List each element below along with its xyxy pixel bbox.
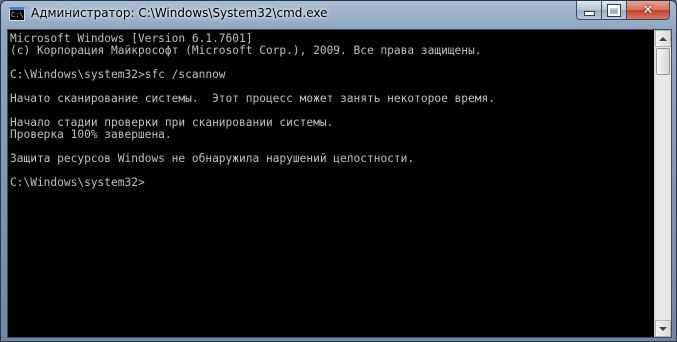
minimize-icon bbox=[583, 11, 595, 16]
vertical-scrollbar[interactable] bbox=[654, 30, 671, 337]
close-icon: ✕ bbox=[642, 2, 654, 18]
scroll-up-arrow-icon bbox=[659, 36, 667, 41]
console-area[interactable]: Microsoft Windows [Version 6.1.7601] (c)… bbox=[7, 29, 672, 338]
console-line: Защита ресурсов Windows не обнаружила на… bbox=[10, 152, 415, 165]
console-output[interactable]: Microsoft Windows [Version 6.1.7601] (c)… bbox=[10, 33, 650, 189]
scrollbar-thumb[interactable] bbox=[656, 48, 670, 75]
scroll-down-arrow-icon bbox=[659, 326, 667, 331]
title-bar[interactable]: C:\ Администратор: C:\Windows\System32\c… bbox=[1, 1, 676, 29]
maximize-button[interactable] bbox=[602, 1, 627, 20]
cmd-icon[interactable]: C:\ bbox=[9, 7, 25, 21]
scroll-up-button[interactable] bbox=[655, 30, 671, 47]
close-button[interactable]: ✕ bbox=[627, 1, 670, 20]
console-line: (c) Корпорация Майкрософт (Microsoft Cor… bbox=[10, 44, 482, 57]
console-line: C:\Windows\system32>sfc /scannow bbox=[10, 68, 226, 81]
window-title: Администратор: C:\Windows\System32\cmd.e… bbox=[31, 6, 328, 20]
console-line: C:\Windows\system32> bbox=[10, 176, 145, 189]
cmd-window: C:\ Администратор: C:\Windows\System32\c… bbox=[0, 0, 677, 342]
console-line: Проверка 100% завершена. bbox=[10, 128, 172, 141]
scroll-down-button[interactable] bbox=[655, 320, 671, 337]
caption-buttons: ✕ bbox=[576, 1, 670, 20]
minimize-button[interactable] bbox=[576, 1, 602, 20]
console-line: Начато сканирование системы. Этот процес… bbox=[10, 92, 495, 105]
maximize-icon bbox=[607, 3, 621, 17]
